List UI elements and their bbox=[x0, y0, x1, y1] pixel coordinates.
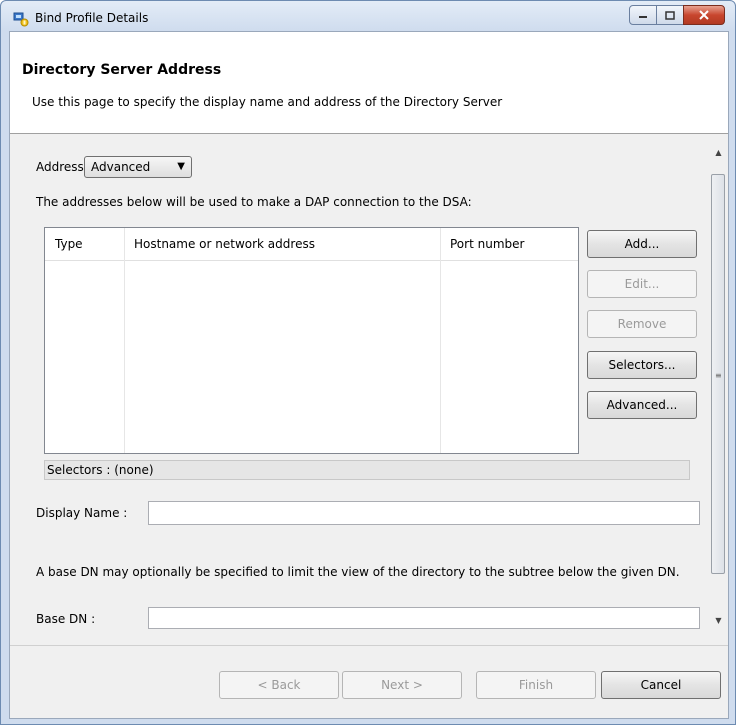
next-button[interactable]: Next > bbox=[342, 671, 462, 699]
wizard-header: Directory Server Address Use this page t… bbox=[10, 32, 728, 134]
page-description: Use this page to specify the display nam… bbox=[32, 95, 503, 109]
dialog-window: Bind Profile Details Directory Server Ad… bbox=[0, 0, 736, 725]
maximize-icon bbox=[665, 10, 675, 20]
maximize-button[interactable] bbox=[656, 5, 684, 25]
cancel-button[interactable]: Cancel bbox=[601, 671, 721, 699]
selectors-status-bar: Selectors : (none) bbox=[44, 460, 690, 480]
caption-buttons bbox=[629, 5, 725, 27]
column-header-hostname[interactable]: Hostname or network address bbox=[134, 237, 315, 251]
finish-button[interactable]: Finish bbox=[476, 671, 596, 699]
scroll-up-icon[interactable]: ▲ bbox=[710, 144, 727, 161]
address-table[interactable]: Type Hostname or network address Port nu… bbox=[44, 227, 579, 454]
base-dn-input[interactable] bbox=[148, 607, 700, 629]
footer-divider bbox=[10, 645, 728, 646]
scrollbar-thumb[interactable]: ≡ bbox=[711, 174, 725, 574]
vertical-scrollbar[interactable]: ▲ ≡ ▼ bbox=[710, 144, 727, 629]
column-header-type[interactable]: Type bbox=[55, 237, 83, 251]
edit-button[interactable]: Edit... bbox=[587, 270, 697, 298]
column-divider bbox=[124, 228, 125, 453]
dropdown-arrow-icon: ▼ bbox=[177, 161, 185, 172]
display-name-input[interactable] bbox=[148, 501, 700, 525]
bind-profile-icon bbox=[13, 12, 29, 27]
minimize-button[interactable] bbox=[629, 5, 657, 25]
column-divider bbox=[440, 228, 441, 453]
remove-button[interactable]: Remove bbox=[587, 310, 697, 338]
display-name-label: Display Name : bbox=[36, 506, 128, 520]
selectors-button[interactable]: Selectors... bbox=[587, 351, 697, 379]
page-title: Directory Server Address bbox=[22, 62, 222, 78]
minimize-icon bbox=[639, 16, 647, 18]
column-header-port[interactable]: Port number bbox=[450, 237, 524, 251]
address-dropdown-value: Advanced bbox=[91, 160, 151, 174]
advanced-button[interactable]: Advanced... bbox=[587, 391, 697, 419]
window-title: Bind Profile Details bbox=[35, 11, 149, 25]
selectors-status: Selectors : (none) bbox=[47, 463, 154, 477]
base-dn-note: A base DN may optionally be specified to… bbox=[36, 565, 680, 579]
dialog-client-area: Directory Server Address Use this page t… bbox=[9, 31, 729, 719]
close-button[interactable] bbox=[683, 5, 725, 25]
back-button[interactable]: < Back bbox=[219, 671, 339, 699]
close-icon bbox=[699, 10, 709, 20]
base-dn-label: Base DN : bbox=[36, 612, 96, 626]
grip-icon: ≡ bbox=[715, 371, 722, 380]
addresses-note: The addresses below will be used to make… bbox=[36, 195, 472, 209]
add-button[interactable]: Add... bbox=[587, 230, 697, 258]
address-dropdown[interactable]: Advanced ▼ bbox=[84, 156, 192, 178]
scroll-down-icon[interactable]: ▼ bbox=[710, 612, 727, 629]
